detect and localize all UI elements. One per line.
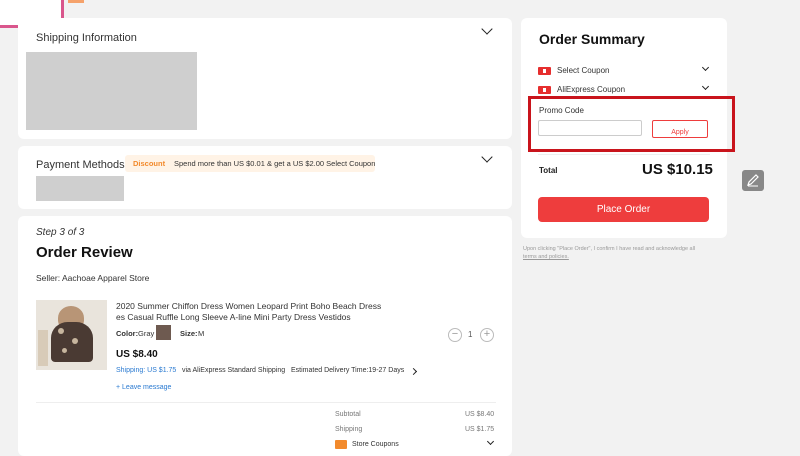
order-summary-title: Order Summary: [539, 31, 645, 47]
place-order-button[interactable]: Place Order: [538, 197, 709, 222]
store-coupon-icon: [335, 440, 347, 449]
size-label: Size:: [180, 329, 198, 338]
discount-tag: Discount: [133, 159, 166, 168]
terms-link[interactable]: terms and policies.: [523, 254, 569, 260]
quantity-increase-button[interactable]: +: [480, 328, 494, 342]
discount-text: Spend more than US $0.01 & get a US $2.0…: [174, 159, 376, 168]
payment-card: Payment Methods Discount Spend more than…: [18, 146, 512, 209]
subtotal-label: Subtotal: [335, 411, 361, 418]
chevron-right-icon[interactable]: [409, 367, 418, 376]
aliexpress-coupon-label[interactable]: AliExpress Coupon: [557, 85, 625, 94]
payment-title: Payment Methods: [36, 159, 125, 171]
product-title-line2[interactable]: es Casual Ruffle Long Sleeve A-line Mini…: [116, 312, 351, 322]
shipping-card: Shipping Information: [18, 18, 512, 139]
color-label: Color:: [116, 329, 139, 338]
store-coupons-label[interactable]: Store Coupons: [352, 441, 399, 448]
total-label: Total: [539, 166, 558, 175]
product-image[interactable]: [36, 300, 107, 370]
leave-message-link[interactable]: + Leave message: [116, 384, 171, 391]
shipping-address-placeholder: [26, 52, 197, 130]
chevron-down-icon[interactable]: [486, 437, 495, 446]
quantity-value[interactable]: 1: [468, 330, 472, 339]
delivery-estimate: Estimated Delivery Time:19-27 Days: [291, 367, 405, 374]
product-title-line1[interactable]: 2020 Summer Chiffon Dress Women Leopard …: [116, 301, 381, 311]
quantity-decrease-button[interactable]: −: [448, 328, 462, 342]
size-value: M: [198, 329, 205, 338]
divider: [538, 154, 710, 155]
shipping-value: US $1.75: [465, 426, 495, 433]
select-coupon-label[interactable]: Select Coupon: [557, 66, 609, 75]
subtotal-value: US $8.40: [465, 411, 495, 418]
edit-button[interactable]: [742, 170, 764, 191]
order-review-title: Order Review: [36, 244, 133, 261]
seller-name[interactable]: Seller: Aachoae Apparel Store: [36, 273, 149, 283]
chevron-down-icon[interactable]: [701, 63, 710, 72]
chevron-down-icon[interactable]: [481, 151, 493, 163]
shipping-label: Shipping: [335, 426, 363, 433]
place-order-label: Place Order: [596, 204, 651, 215]
aliexpress-coupon-icon: [538, 86, 551, 94]
chevron-down-icon[interactable]: [481, 23, 493, 35]
chevron-down-icon[interactable]: [701, 82, 710, 91]
coupon-flag-icon: [538, 67, 551, 75]
order-review-card: Step 3 of 3 Order Review Seller: Aachoae…: [18, 216, 512, 456]
shipping-cost: Shipping: US $1.75: [116, 367, 177, 374]
promo-highlight-annotation: [528, 96, 735, 152]
shipping-title: Shipping Information: [36, 32, 137, 44]
color-value: Gray: [138, 329, 155, 338]
total-value: US $10.15: [642, 161, 713, 178]
shipping-method: via AliExpress Standard Shipping: [182, 367, 286, 374]
color-swatch: [156, 325, 171, 340]
header-fragment: [68, 0, 84, 3]
divider: [36, 402, 496, 403]
payment-method-placeholder: [36, 176, 124, 201]
step-indicator: Step 3 of 3: [36, 227, 85, 238]
disclaimer-text: Upon clicking "Place Order", I confirm I…: [523, 246, 696, 252]
pencil-icon: [747, 174, 759, 187]
product-price: US $8.40: [116, 349, 158, 360]
